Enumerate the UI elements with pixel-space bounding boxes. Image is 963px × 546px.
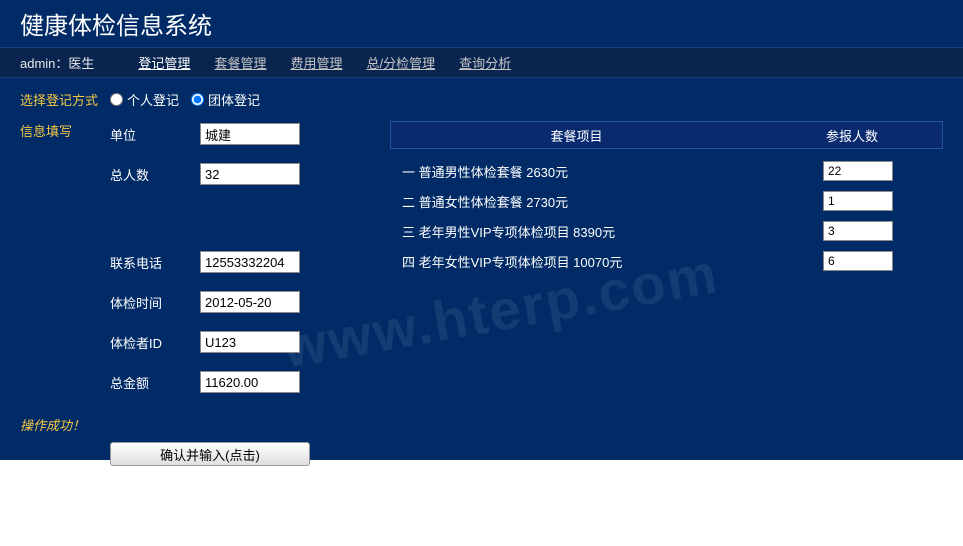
radio-group-label[interactable]: 团体登记: [191, 90, 260, 109]
nav-register[interactable]: 登记管理: [138, 53, 190, 72]
radio-personal-label[interactable]: 个人登记: [110, 90, 179, 109]
info-section-col: 信息填写: [20, 121, 110, 141]
table-row: 四 老年女性VIP专项体检项目 10070元: [390, 247, 943, 275]
table-body: 一 普通男性体检套餐 2630元 二 普通女性体检套餐 2730元 三 老年男性…: [390, 149, 943, 275]
content: 选择登记方式 个人登记 团体登记 信息填写 单位: [0, 78, 963, 478]
phone-row: 联系电话: [110, 249, 380, 275]
phone-input[interactable]: [200, 251, 300, 273]
info-section-label: 信息填写: [20, 124, 72, 139]
form-area: 信息填写 单位 总人数 联系电话 体检时间: [20, 121, 943, 409]
table-row: 一 普通男性体检套餐 2630元: [390, 157, 943, 185]
unit-input[interactable]: [200, 123, 300, 145]
exam-time-row: 体检时间: [110, 289, 380, 315]
radio-personal[interactable]: [110, 93, 123, 106]
spacer-row: [110, 201, 380, 235]
th-package: 套餐项目: [391, 126, 762, 145]
mode-row: 选择登记方式 个人登记 团体登记: [20, 90, 943, 109]
table-row: 三 老年男性VIP专项体检项目 8390元: [390, 217, 943, 245]
mode-label: 选择登记方式: [20, 90, 110, 109]
total-people-input[interactable]: [200, 163, 300, 185]
count-input-1[interactable]: [823, 161, 893, 181]
app-title: 健康体检信息系统: [20, 6, 212, 41]
left-form: 单位 总人数 联系电话 体检时间 体检者ID: [110, 121, 380, 409]
examinee-id-input[interactable]: [200, 331, 300, 353]
total-people-row: 总人数: [110, 161, 380, 187]
total-amount-label: 总金额: [110, 373, 200, 392]
package-label-2: 二 普通女性体检套餐 2730元: [390, 192, 763, 211]
nav-fee[interactable]: 费用管理: [290, 53, 342, 72]
total-amount-row: 总金额: [110, 369, 380, 395]
unit-row: 单位: [110, 121, 380, 147]
package-label-3: 三 老年男性VIP专项体检项目 8390元: [390, 222, 763, 241]
exam-time-input[interactable]: [200, 291, 300, 313]
nav-total[interactable]: 总/分检管理: [366, 53, 435, 72]
examinee-id-row: 体检者ID: [110, 329, 380, 355]
phone-label: 联系电话: [110, 253, 200, 272]
nav-package[interactable]: 套餐管理: [214, 53, 266, 72]
count-input-4[interactable]: [823, 251, 893, 271]
nav-query[interactable]: 查询分析: [459, 53, 511, 72]
radio-group-text: 团体登记: [208, 90, 260, 109]
count-input-3[interactable]: [823, 221, 893, 241]
total-amount-input[interactable]: [200, 371, 300, 393]
package-label-4: 四 老年女性VIP专项体检项目 10070元: [390, 252, 763, 271]
submit-button[interactable]: 确认并输入(点击): [110, 442, 310, 466]
app-container: 健康体检信息系统 admin：医生 登记管理 套餐管理 费用管理 总/分检管理 …: [0, 0, 963, 460]
table-header: 套餐项目 参报人数: [390, 121, 943, 149]
count-input-2[interactable]: [823, 191, 893, 211]
nav-bar: admin：医生 登记管理 套餐管理 费用管理 总/分检管理 查询分析: [0, 48, 963, 78]
exam-time-label: 体检时间: [110, 293, 200, 312]
user-info: admin：医生: [20, 53, 94, 72]
total-people-label: 总人数: [110, 165, 200, 184]
mode-radio-group: 个人登记 团体登记: [110, 90, 268, 109]
examinee-id-label: 体检者ID: [110, 333, 200, 352]
table-row: 二 普通女性体检套餐 2730元: [390, 187, 943, 215]
th-count: 参报人数: [762, 126, 942, 145]
unit-label: 单位: [110, 125, 200, 144]
package-label-1: 一 普通男性体检套餐 2630元: [390, 162, 763, 181]
radio-personal-text: 个人登记: [127, 90, 179, 109]
radio-group[interactable]: [191, 93, 204, 106]
package-table: 套餐项目 参报人数 一 普通男性体检套餐 2630元 二 普通女性体检套餐 27…: [390, 121, 943, 277]
success-message: 操作成功！: [20, 415, 943, 434]
header: 健康体检信息系统: [0, 0, 963, 48]
